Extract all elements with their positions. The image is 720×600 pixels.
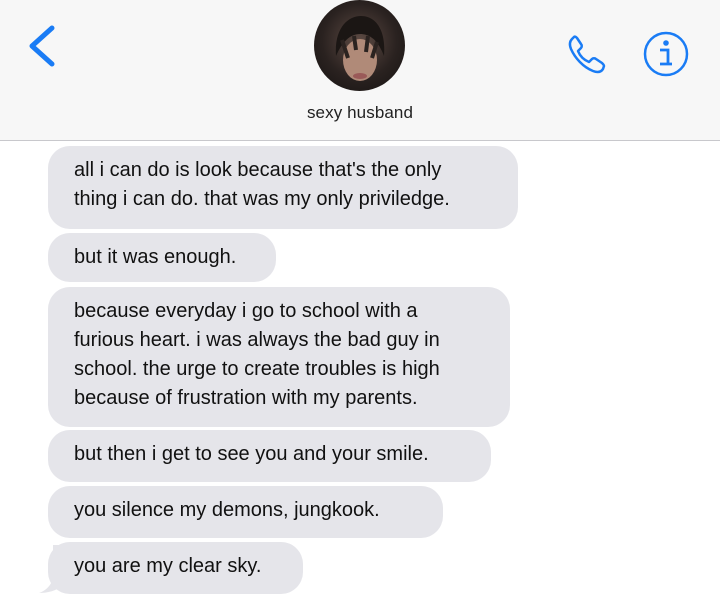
message-text: all i can do is look because that's the … bbox=[74, 159, 450, 210]
message-text: because everyday i go to school with a f… bbox=[74, 300, 440, 409]
back-button[interactable] bbox=[18, 24, 66, 72]
contact-avatar[interactable] bbox=[314, 0, 405, 91]
message-bubble[interactable]: but then i get to see you and your smile… bbox=[48, 430, 491, 482]
bubble-tail bbox=[39, 545, 73, 593]
message-thread[interactable]: all i can do is look because that's the … bbox=[0, 141, 720, 600]
message-text: you are my clear sky. bbox=[74, 555, 262, 577]
phone-icon bbox=[568, 35, 606, 74]
message-bubble[interactable]: you are my clear sky. bbox=[48, 542, 303, 594]
message-text: but it was enough. bbox=[74, 246, 237, 268]
contact-name[interactable]: sexy husband bbox=[0, 103, 720, 123]
message-text: you silence my demons, jungkook. bbox=[74, 499, 380, 521]
chevron-left-icon bbox=[29, 25, 55, 67]
call-button[interactable] bbox=[563, 30, 611, 78]
message-bubble[interactable]: you silence my demons, jungkook. bbox=[48, 486, 443, 538]
info-button[interactable] bbox=[642, 30, 690, 78]
avatar-photo bbox=[335, 16, 385, 81]
conversation-header: sexy husband bbox=[0, 0, 720, 141]
message-text: but then i get to see you and your smile… bbox=[74, 443, 429, 465]
message-bubble[interactable]: all i can do is look because that's the … bbox=[48, 146, 518, 229]
message-bubble[interactable]: because everyday i go to school with a f… bbox=[48, 287, 510, 427]
message-bubble[interactable]: but it was enough. bbox=[48, 233, 276, 282]
info-icon bbox=[643, 31, 689, 77]
